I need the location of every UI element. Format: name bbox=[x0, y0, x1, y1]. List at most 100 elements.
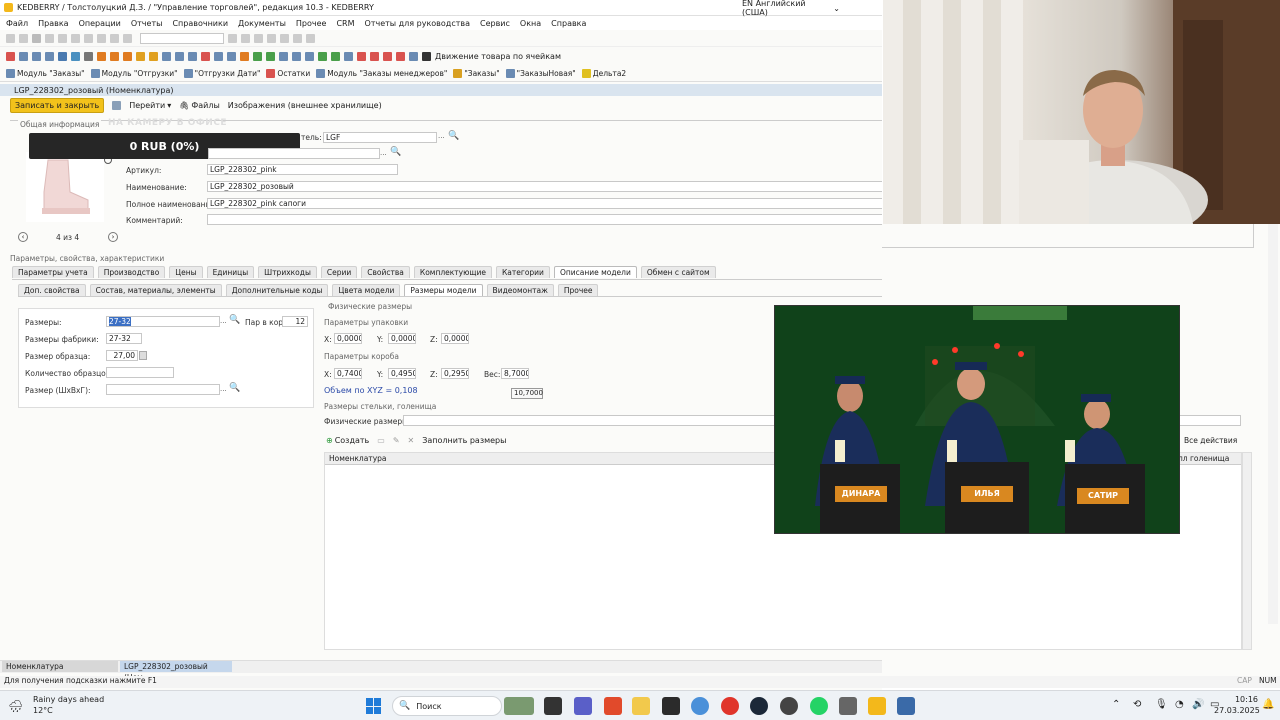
quicklink-orders[interactable]: "Заказы" bbox=[453, 69, 500, 78]
clock-date[interactable]: 27.03.2025 bbox=[1214, 706, 1260, 715]
search-icon[interactable]: 🔍 bbox=[390, 147, 401, 157]
column-nomenclature[interactable]: Номенклатура bbox=[329, 454, 387, 463]
task-view-icon[interactable] bbox=[544, 697, 562, 715]
tab-model-colors[interactable]: Цвета модели bbox=[332, 284, 401, 296]
pack-z-field[interactable]: 0,0000 bbox=[441, 333, 469, 344]
tab-video-editing[interactable]: Видеомонтаж bbox=[486, 284, 554, 296]
volume-icon[interactable]: 🔊 bbox=[1192, 699, 1204, 710]
samples-count-field[interactable] bbox=[106, 367, 174, 378]
tab-barcodes[interactable]: Штрихкоды bbox=[258, 266, 317, 278]
manufacturer-select-button[interactable]: ... bbox=[438, 132, 445, 140]
quicklink-manager-orders[interactable]: Модуль "Заказы менеджеров" bbox=[316, 69, 447, 78]
module-icon[interactable] bbox=[6, 52, 15, 61]
module-icon[interactable] bbox=[149, 52, 158, 61]
clipboard-icon[interactable] bbox=[293, 33, 302, 43]
paste-icon[interactable] bbox=[71, 33, 80, 43]
open-icon[interactable] bbox=[19, 33, 28, 43]
calc-icon[interactable] bbox=[267, 33, 276, 43]
new-icon[interactable] bbox=[6, 33, 15, 43]
quicklink-orders-new[interactable]: "ЗаказыНовая" bbox=[505, 69, 576, 78]
sample-size-field[interactable]: 27,00 bbox=[106, 350, 138, 361]
tab-model-description[interactable]: Описание модели bbox=[553, 266, 637, 278]
language-indicator[interactable]: EN Английский (США) ⌄ bbox=[742, 0, 840, 17]
module-icon[interactable] bbox=[318, 52, 327, 61]
steam-icon[interactable] bbox=[750, 697, 768, 715]
app-icon[interactable] bbox=[662, 697, 680, 715]
comment-field[interactable] bbox=[207, 214, 882, 225]
tab-categories[interactable]: Категории bbox=[495, 266, 550, 278]
toolbar-search-combo[interactable] bbox=[140, 32, 224, 44]
save-and-close-button[interactable]: Записать и закрыть bbox=[10, 98, 105, 113]
help-icon[interactable] bbox=[306, 33, 315, 43]
wintab-nomenclature[interactable]: Номенклатура bbox=[2, 661, 118, 672]
cut-icon[interactable] bbox=[45, 33, 54, 43]
manufacturer-field[interactable]: LGF bbox=[323, 132, 437, 143]
copy-icon[interactable] bbox=[58, 33, 67, 43]
delete-icon[interactable]: ✕ bbox=[408, 436, 415, 445]
menu-windows[interactable]: Окна bbox=[520, 19, 541, 28]
form-scrollbar[interactable] bbox=[1268, 224, 1278, 624]
module-icon[interactable] bbox=[240, 52, 249, 61]
stock-cells-button[interactable]: Движение товара по ячейкам bbox=[435, 52, 561, 61]
whatsapp-icon[interactable] bbox=[810, 697, 828, 715]
teams-icon[interactable] bbox=[574, 697, 592, 715]
search-icon[interactable]: 🔍 bbox=[448, 131, 459, 141]
create-button[interactable]: ⊕ Создать bbox=[326, 436, 369, 445]
module-icon[interactable] bbox=[227, 52, 236, 61]
quicklink-delta2[interactable]: Дельта2 bbox=[581, 69, 626, 78]
window-icon[interactable] bbox=[254, 33, 263, 43]
chrome-icon[interactable] bbox=[691, 697, 709, 715]
table-scrollbar[interactable] bbox=[1242, 452, 1252, 650]
quicklink-shipments-dati[interactable]: "Отгрузки Дати" bbox=[183, 69, 260, 78]
tab-prices[interactable]: Цены bbox=[169, 266, 203, 278]
quicklink-stock[interactable]: Остатки bbox=[266, 69, 310, 78]
images-button[interactable]: Изображения (внешнее хранилище) bbox=[228, 101, 382, 110]
pairs-per-box-field[interactable]: 12 bbox=[282, 316, 308, 327]
search-next-icon[interactable] bbox=[228, 33, 237, 43]
calculator-icon[interactable] bbox=[139, 351, 147, 360]
menu-edit[interactable]: Правка bbox=[38, 19, 68, 28]
tab-extra-codes[interactable]: Дополнительные коды bbox=[225, 284, 329, 296]
module-icon[interactable] bbox=[253, 52, 262, 61]
product-image[interactable] bbox=[26, 152, 104, 222]
tab-properties[interactable]: Свойства bbox=[361, 266, 410, 278]
tab-extra-properties[interactable]: Доп. свойства bbox=[18, 284, 86, 296]
box-z-field[interactable]: 0,2950 bbox=[441, 368, 469, 379]
module-icon[interactable] bbox=[32, 52, 41, 61]
module-icon[interactable] bbox=[201, 52, 210, 61]
kedberry-icon[interactable] bbox=[868, 697, 886, 715]
search-icon[interactable]: 🔍 bbox=[229, 315, 240, 325]
app-icon[interactable] bbox=[839, 697, 857, 715]
folder-icon[interactable] bbox=[632, 697, 650, 715]
save-icon[interactable] bbox=[32, 33, 41, 43]
module-icon[interactable] bbox=[396, 52, 405, 61]
menu-documents[interactable]: Документы bbox=[238, 19, 286, 28]
module-icon[interactable] bbox=[71, 52, 80, 61]
tab-materials[interactable]: Состав, материалы, элементы bbox=[89, 284, 222, 296]
module-icon[interactable] bbox=[110, 52, 119, 61]
calendar-icon[interactable] bbox=[280, 33, 289, 43]
menu-other[interactable]: Прочее bbox=[296, 19, 327, 28]
module-icon[interactable] bbox=[97, 52, 106, 61]
chevron-up-icon[interactable]: ⌃ bbox=[1112, 699, 1120, 710]
menu-crm[interactable]: CRM bbox=[336, 19, 354, 28]
module-icon[interactable] bbox=[266, 52, 275, 61]
files-button[interactable]: 🖇 Файлы bbox=[179, 101, 220, 110]
module-icon[interactable] bbox=[188, 52, 197, 61]
module-icon[interactable] bbox=[136, 52, 145, 61]
module-icon[interactable] bbox=[45, 52, 54, 61]
copy-icon[interactable]: ▭ bbox=[377, 436, 385, 445]
find-icon[interactable] bbox=[123, 33, 132, 43]
module-icon[interactable] bbox=[409, 52, 418, 61]
menu-catalogs[interactable]: Справочники bbox=[172, 19, 228, 28]
tab-model-sizes[interactable]: Размеры модели bbox=[404, 284, 483, 296]
menu-management-reports[interactable]: Отчеты для руководства bbox=[365, 19, 470, 28]
menu-operations[interactable]: Операции bbox=[79, 19, 121, 28]
pack-y-field[interactable]: 0,0000 bbox=[388, 333, 416, 344]
edit-icon[interactable]: ✎ bbox=[393, 436, 400, 445]
search-prev-icon[interactable] bbox=[241, 33, 250, 43]
fullname-field[interactable]: LGP_228302_pink сапоги bbox=[207, 198, 882, 209]
physical-sizes-field[interactable] bbox=[403, 415, 774, 426]
menu-service[interactable]: Сервис bbox=[480, 19, 510, 28]
undo-icon[interactable] bbox=[97, 33, 106, 43]
